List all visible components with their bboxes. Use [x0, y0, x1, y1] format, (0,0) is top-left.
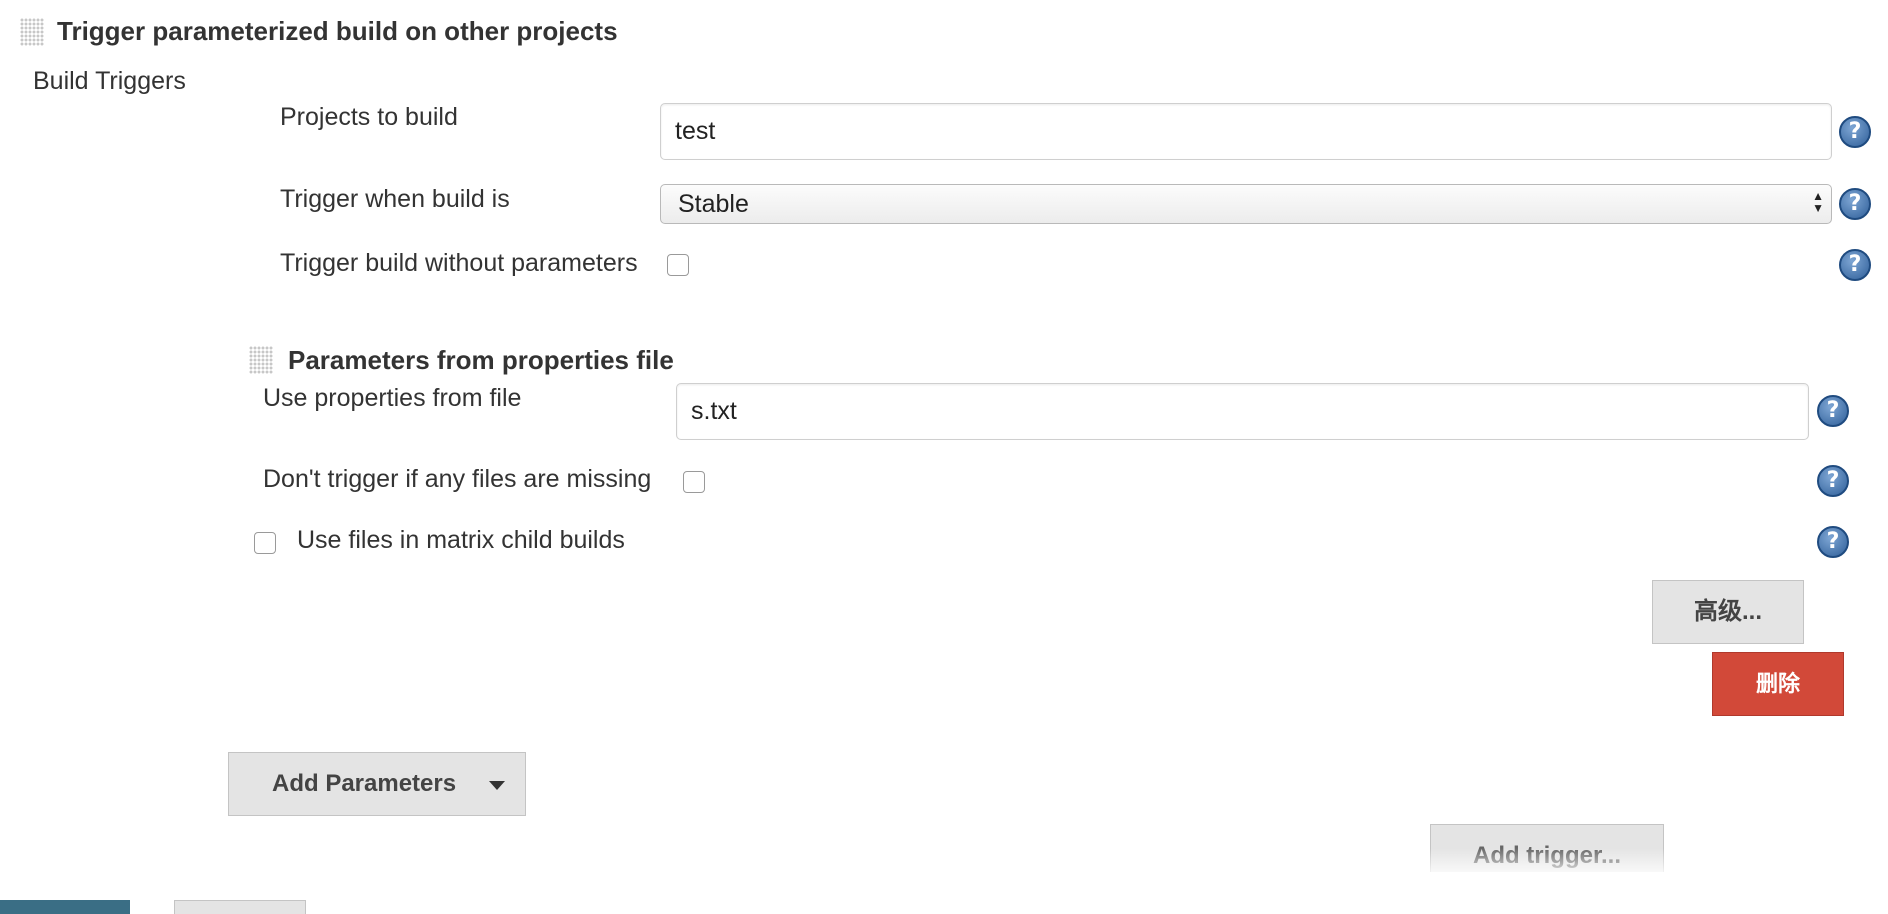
caret-down-icon	[489, 781, 505, 790]
files-missing-checkbox[interactable]	[683, 471, 705, 493]
drag-handle-icon[interactable]	[249, 346, 273, 374]
help-icon[interactable]: ?	[1817, 465, 1849, 497]
fade-overlay	[1400, 848, 1700, 880]
help-icon[interactable]: ?	[1817, 526, 1849, 558]
add-parameters-button[interactable]: Add Parameters	[228, 752, 526, 816]
drag-handle-icon[interactable]	[20, 18, 44, 46]
select-arrows-icon: ▲ ▼	[1812, 189, 1824, 215]
use-properties-label: Use properties from file	[263, 384, 522, 412]
projects-to-build-input[interactable]: test	[660, 103, 1832, 160]
save-button[interactable]	[0, 900, 130, 914]
trigger-without-params-label: Trigger build without parameters	[280, 249, 638, 277]
projects-to-build-label: Projects to build	[280, 103, 458, 131]
advanced-button[interactable]: 高级...	[1652, 580, 1804, 644]
trigger-when-selected: Stable	[678, 190, 749, 218]
params-section-title: Parameters from properties file	[288, 345, 674, 375]
help-icon[interactable]: ?	[1839, 188, 1871, 220]
help-icon[interactable]: ?	[1839, 116, 1871, 148]
matrix-child-builds-checkbox[interactable]	[254, 532, 276, 554]
section-title: Trigger parameterized build on other pro…	[57, 16, 618, 46]
delete-button[interactable]: 删除	[1712, 652, 1844, 716]
matrix-child-builds-label: Use files in matrix child builds	[297, 526, 625, 554]
trigger-when-select[interactable]: Stable ▲ ▼	[660, 184, 1832, 224]
help-icon[interactable]: ?	[1839, 249, 1871, 281]
trigger-without-params-checkbox[interactable]	[667, 254, 689, 276]
apply-button[interactable]	[174, 900, 306, 914]
add-parameters-label: Add Parameters	[272, 770, 457, 797]
trigger-when-label: Trigger when build is	[280, 185, 510, 213]
properties-file-input[interactable]: s.txt	[676, 383, 1809, 440]
files-missing-label: Don't trigger if any files are missing	[263, 465, 652, 493]
build-triggers-label: Build Triggers	[33, 67, 186, 95]
help-icon[interactable]: ?	[1817, 395, 1849, 427]
